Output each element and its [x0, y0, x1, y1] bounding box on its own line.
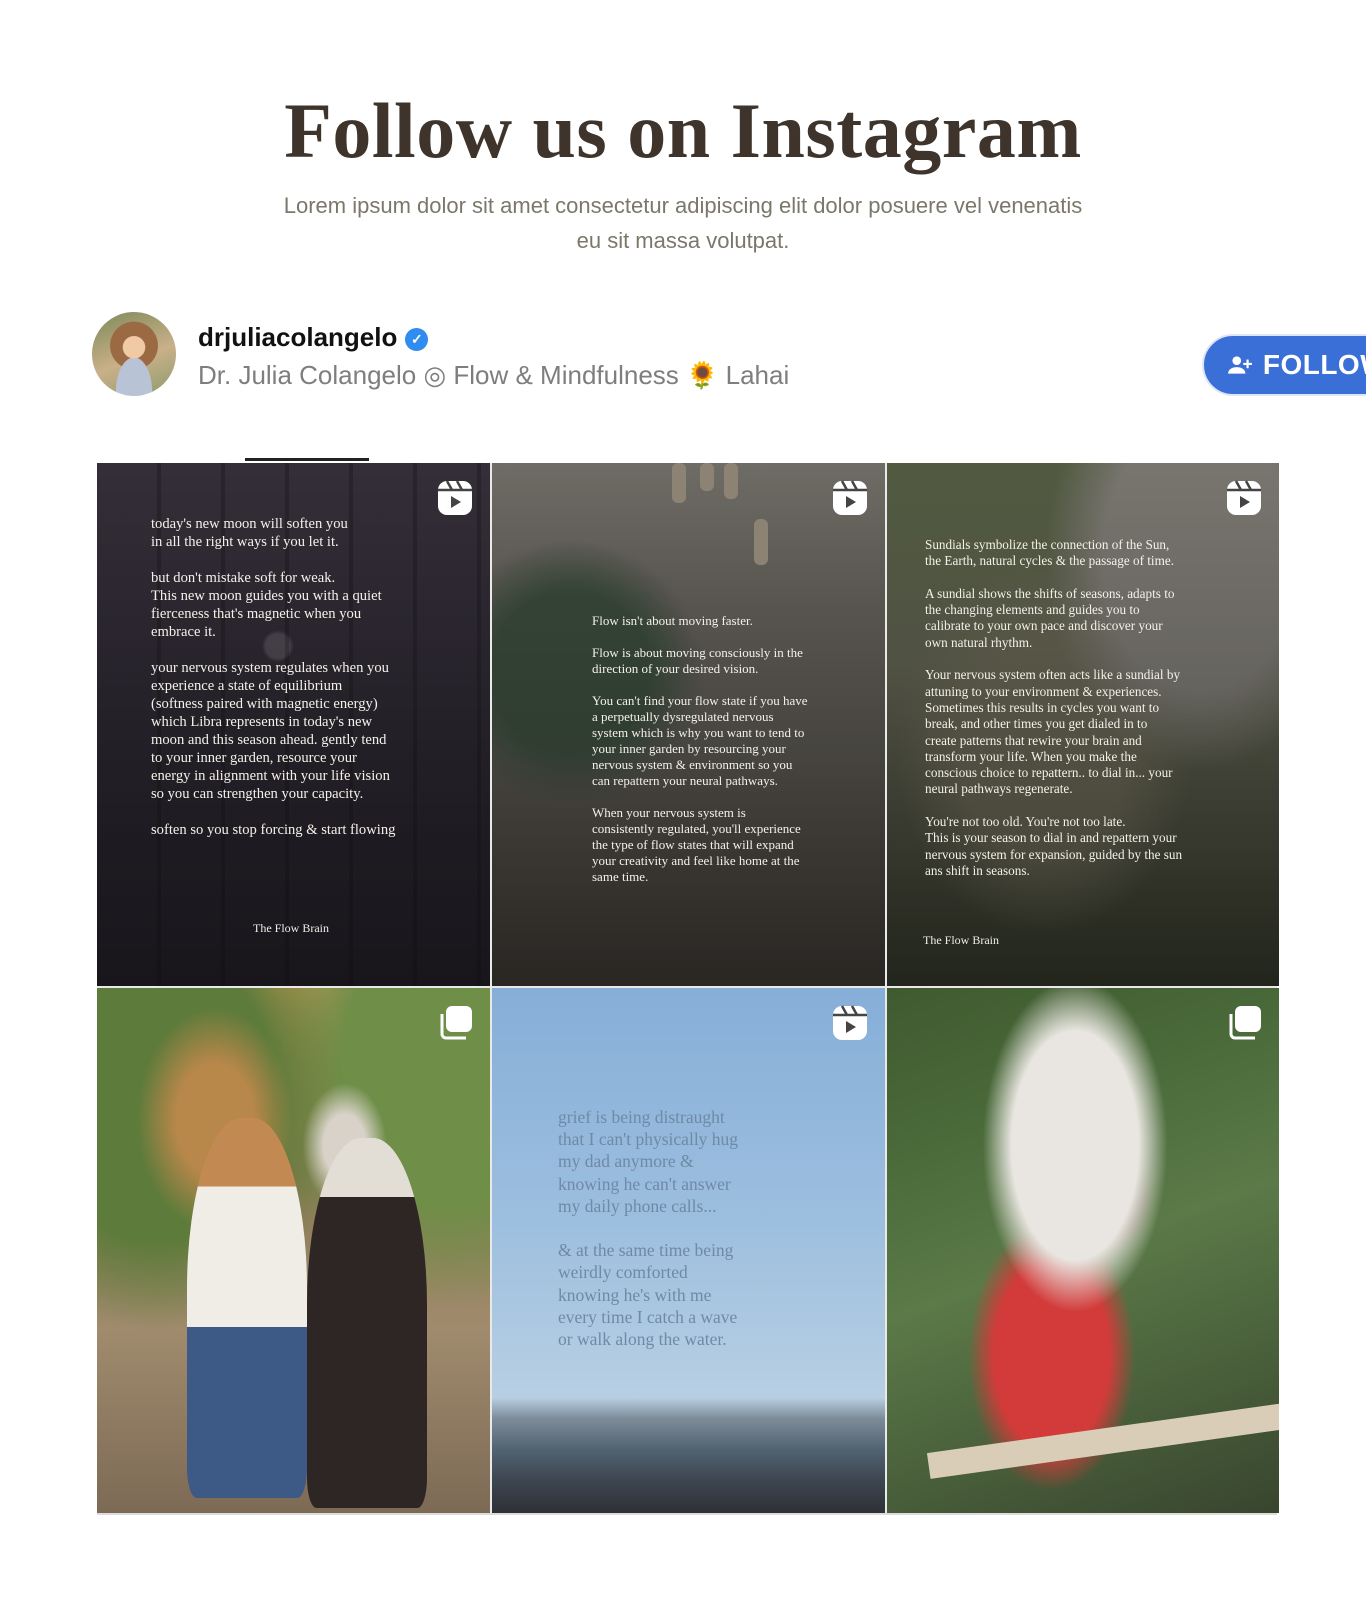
profile-username[interactable]: drjuliacolangelo ✓	[198, 322, 429, 353]
profile-bio: Dr. Julia Colangelo ◎ Flow & Mindfulness…	[198, 360, 790, 390]
post-signature: The Flow Brain	[253, 921, 329, 935]
reels-icon	[833, 480, 867, 515]
follow-button[interactable]: FOLLOW	[1202, 334, 1366, 396]
active-tab-indicator	[245, 458, 369, 461]
post-4[interactable]	[97, 988, 490, 1513]
post-caption: Flow isn't about moving faster. Flow is …	[592, 613, 808, 884]
reels-icon	[1227, 480, 1261, 515]
carousel-icon	[440, 1006, 472, 1040]
post-2[interactable]: Flow isn't about moving faster. Flow is …	[492, 463, 885, 986]
pendant-lamp	[700, 463, 714, 491]
reels-icon	[438, 480, 472, 515]
post-caption: Sundials symbolize the connection of the…	[925, 537, 1183, 878]
photo-subject	[187, 1118, 307, 1498]
post-caption: today's new moon will soften you in all …	[151, 516, 396, 838]
section-title: Follow us on Instagram	[284, 87, 1082, 174]
post-signature: The Flow Brain	[923, 933, 999, 947]
reels-icon	[833, 1005, 867, 1040]
post-caption: grief is being distraught that I can't p…	[558, 1107, 739, 1350]
follow-button-label: FOLLOW	[1262, 349, 1366, 380]
pendant-lamp	[672, 463, 686, 503]
instagram-post-grid: today's new moon will soften you in all …	[97, 463, 1279, 1513]
wood-plank	[926, 1403, 1279, 1479]
photo-subject	[307, 1138, 427, 1508]
avatar[interactable]	[92, 312, 176, 396]
add-user-icon	[1227, 356, 1252, 374]
post-5[interactable]: grief is being distraught that I can't p…	[492, 988, 885, 1513]
username-text: drjuliacolangelo	[198, 322, 398, 352]
section-subtitle: Lorem ipsum dolor sit amet consectetur a…	[283, 193, 1083, 253]
post-3[interactable]: Sundials symbolize the connection of the…	[887, 463, 1279, 986]
post-1[interactable]: today's new moon will soften you in all …	[97, 463, 490, 986]
post-6[interactable]	[887, 988, 1279, 1513]
pendant-lamp	[724, 463, 738, 499]
grid-bottom-divider	[97, 1513, 1277, 1515]
verified-check-icon: ✓	[405, 328, 429, 351]
carousel-icon	[1229, 1006, 1261, 1040]
instagram-profile-header: drjuliacolangelo ✓ Dr. Julia Colangelo ◎ …	[92, 312, 1366, 398]
pendant-lamp	[754, 519, 768, 565]
